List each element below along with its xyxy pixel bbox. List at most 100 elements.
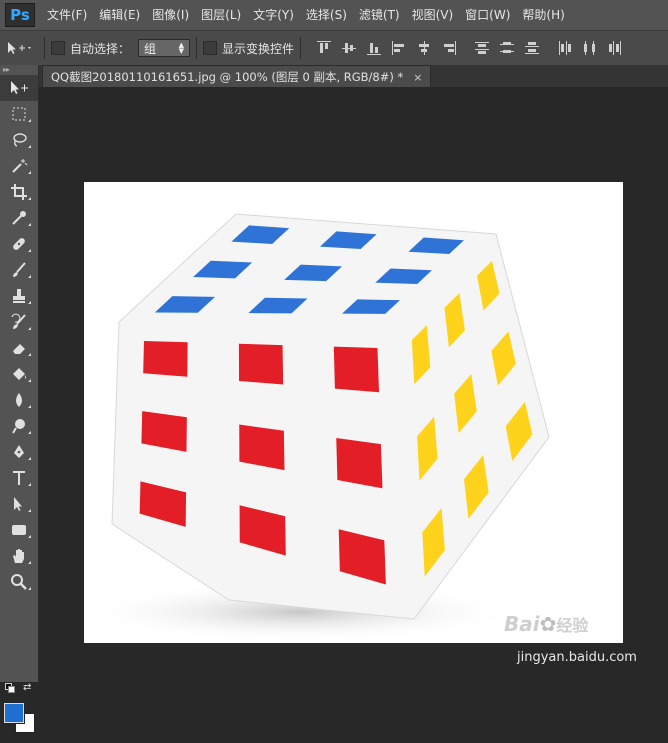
menu-image[interactable]: 图像(I) (146, 0, 195, 30)
type-icon (13, 471, 25, 485)
document-workspace: Bai✿经验 jingyan.baidu.com (39, 87, 668, 682)
paw-icon: ✿ (539, 612, 557, 636)
separator (44, 37, 45, 59)
red-sticker (336, 437, 383, 489)
eyedropper-tool[interactable] (0, 205, 38, 231)
crop-icon (11, 184, 27, 200)
blur-icon (16, 393, 22, 407)
separator (196, 37, 198, 59)
menu-filter[interactable]: 滤镜(T) (353, 0, 406, 30)
dodge-icon (12, 419, 25, 434)
eraser-tool[interactable] (0, 335, 38, 361)
menu-layer[interactable]: 图层(L) (195, 0, 247, 30)
shape-icon (12, 525, 26, 535)
marquee-icon (12, 107, 26, 121)
move-tool[interactable] (0, 75, 38, 101)
tool-preset-picker[interactable] (0, 40, 38, 56)
red-sticker (143, 340, 188, 377)
baidu-watermark: Bai✿经验 (504, 612, 588, 636)
tools-panel: ▸▸ ⇄ (0, 65, 39, 733)
clone-stamp-tool[interactable] (0, 283, 38, 309)
red-sticker (333, 346, 380, 393)
paint-bucket-tool[interactable] (0, 361, 38, 387)
eraser-icon (13, 344, 25, 354)
healing-brush-icon (13, 238, 25, 250)
menu-window[interactable]: 窗口(W) (459, 0, 516, 30)
foreground-color-swatch[interactable] (3, 702, 25, 724)
pen-icon (14, 445, 24, 458)
watermark-url: jingyan.baidu.com (517, 650, 637, 665)
eyedropper-icon (12, 211, 26, 225)
panel-collapse-icon[interactable]: ▸▸ (0, 65, 38, 75)
magic-wand-icon (12, 159, 28, 173)
menu-type[interactable]: 文字(Y) (247, 0, 300, 30)
menu-bar: Ps 文件(F) 编辑(E) 图像(I) 图层(L) 文字(Y) 选择(S) 滤… (0, 0, 668, 30)
watermark-brand-suffix: 经验 (556, 616, 589, 635)
document-tab[interactable]: QQ截图20180110161651.jpg @ 100% (图层 0 副本, … (42, 65, 432, 88)
menu-edit[interactable]: 编辑(E) (93, 0, 146, 30)
main-menu: 文件(F) 编辑(E) 图像(I) 图层(L) 文字(Y) 选择(S) 滤镜(T… (41, 0, 571, 30)
auto-select-checkbox[interactable] (51, 41, 65, 55)
menu-file[interactable]: 文件(F) (41, 0, 93, 30)
photoshop-logo: Ps (5, 3, 35, 27)
watermark-brand: Bai (504, 612, 540, 636)
red-sticker (238, 343, 284, 385)
align-buttons (317, 41, 622, 55)
zoom-tool[interactable] (0, 569, 38, 595)
auto-select-label: 自动选择： (70, 41, 131, 56)
swap-colors-icon[interactable]: ⇄ (23, 683, 31, 693)
options-bar: 自动选择： 组 ▲ ▼ 显示变换控件 (0, 30, 668, 66)
rubiks-cube-image (84, 213, 550, 642)
image-canvas[interactable]: Bai✿经验 (84, 182, 623, 643)
align-vcenter-icon[interactable] (342, 41, 357, 55)
paint-bucket-icon (13, 368, 26, 380)
move-icon (11, 81, 28, 94)
distribute-right-icon[interactable] (608, 41, 622, 55)
document-tabs: QQ截图20180110161651.jpg @ 100% (图层 0 副本, … (39, 65, 668, 88)
move-tool-preset-icon (8, 42, 31, 54)
clone-stamp-icon (13, 289, 25, 303)
document-tab-title: QQ截图20180110161651.jpg @ 100% (图层 0 副本, … (51, 70, 404, 84)
pen-tool[interactable] (0, 439, 38, 465)
path-selection-tool[interactable] (0, 491, 38, 517)
brush-tool[interactable] (0, 257, 38, 283)
dropdown-arrows-icon: ▲ ▼ (178, 41, 185, 55)
align-right-icon[interactable] (442, 41, 457, 55)
align-hcenter-icon[interactable] (417, 41, 431, 55)
auto-select-dropdown[interactable]: 组 ▲ ▼ (138, 39, 191, 57)
distribute-top-icon[interactable] (475, 41, 490, 55)
align-top-icon[interactable] (317, 41, 332, 55)
align-bottom-icon[interactable] (367, 41, 382, 55)
show-transform-label: 显示变换控件 (222, 41, 295, 56)
distribute-left-icon[interactable] (558, 41, 572, 55)
distribute-bottom-icon[interactable] (525, 41, 540, 55)
path-selection-icon (14, 497, 22, 511)
crop-tool[interactable] (0, 179, 38, 205)
brush-icon (13, 262, 26, 277)
distribute-hcenter-icon[interactable] (583, 41, 597, 55)
dodge-tool[interactable] (0, 413, 38, 439)
menu-select[interactable]: 选择(S) (300, 0, 353, 30)
align-left-icon[interactable] (392, 41, 406, 55)
zoom-icon (11, 574, 27, 590)
hand-tool[interactable] (0, 543, 38, 569)
marquee-tool[interactable] (0, 101, 38, 127)
hand-icon (13, 549, 24, 563)
auto-select-value: 组 (144, 41, 157, 56)
menu-help[interactable]: 帮助(H) (516, 0, 570, 30)
blur-tool[interactable] (0, 387, 38, 413)
shape-tool[interactable] (0, 517, 38, 543)
healing-brush-tool[interactable] (0, 231, 38, 257)
menu-view[interactable]: 视图(V) (406, 0, 460, 30)
lasso-tool[interactable] (0, 127, 38, 153)
magic-wand-tool[interactable] (0, 153, 38, 179)
lasso-icon (13, 133, 27, 147)
default-colors-icon[interactable] (5, 683, 15, 693)
history-brush-tool[interactable] (0, 309, 38, 335)
color-swatches: ⇄ (0, 683, 38, 743)
show-transform-checkbox[interactable] (203, 41, 218, 55)
type-tool[interactable] (0, 465, 38, 491)
distribute-vcenter-icon[interactable] (500, 41, 515, 55)
separator (300, 37, 302, 59)
close-icon[interactable]: × (413, 71, 422, 84)
